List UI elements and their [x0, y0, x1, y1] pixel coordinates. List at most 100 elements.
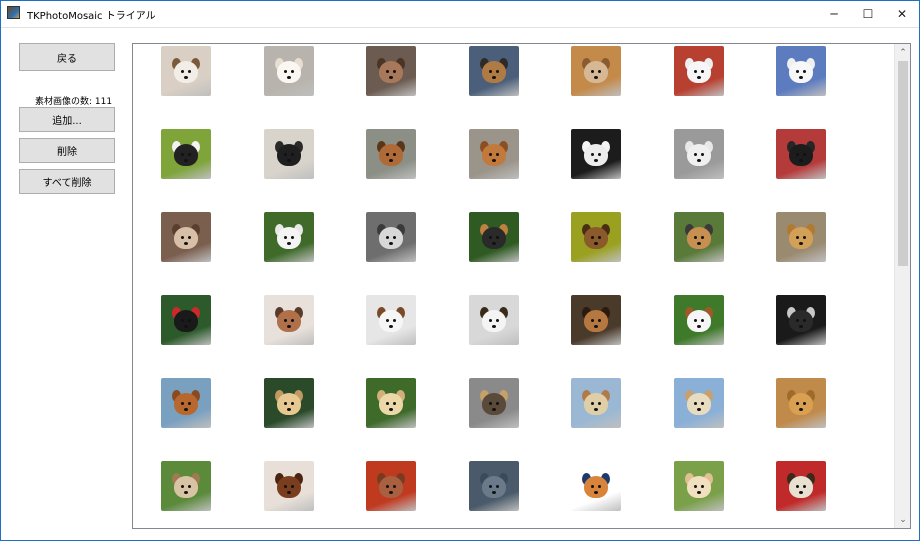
thumbnail-image[interactable]	[571, 378, 621, 428]
dog-nose	[594, 325, 598, 328]
thumbnail-image[interactable]	[263, 295, 314, 345]
dog-eye	[290, 485, 294, 488]
thumbnail-image[interactable]	[161, 129, 211, 179]
thumbnail-image[interactable]	[571, 461, 621, 511]
delete-button[interactable]: 削除	[19, 138, 115, 163]
dog-eye	[495, 402, 499, 405]
image-gallery[interactable]: ⌃ ⌄	[132, 43, 911, 529]
thumbnail-image[interactable]	[468, 461, 519, 511]
dog-nose	[594, 408, 598, 411]
thumbnail-image[interactable]	[366, 295, 416, 345]
thumbnail-image[interactable]	[366, 129, 416, 179]
thumbnail-image[interactable]	[366, 461, 416, 511]
dog-nose	[389, 242, 393, 245]
scroll-thumb[interactable]	[898, 61, 908, 266]
thumbnail-image[interactable]	[776, 378, 826, 428]
thumbnail-image[interactable]	[468, 129, 519, 179]
thumbnail-image[interactable]	[776, 212, 826, 262]
dog-eye	[700, 70, 704, 73]
vertical-scrollbar[interactable]: ⌃ ⌄	[894, 44, 910, 528]
thumbnail-image[interactable]	[263, 129, 314, 179]
dog-nose	[184, 325, 188, 328]
thumbnail-image[interactable]	[468, 295, 519, 345]
dog-nose	[696, 159, 701, 162]
dog-nose	[491, 159, 496, 162]
thumbnail-image[interactable]	[571, 295, 621, 345]
scroll-down-button[interactable]: ⌄	[895, 511, 910, 528]
dog-dog	[789, 310, 813, 332]
dog-eye	[290, 70, 294, 73]
dog-nose	[491, 242, 496, 245]
dog-nose	[184, 76, 188, 79]
thumbnail-image[interactable]	[468, 378, 519, 428]
scroll-up-button[interactable]: ⌃	[895, 44, 910, 61]
thumbnail-image[interactable]	[263, 378, 314, 428]
thumbnail-image[interactable]	[263, 46, 314, 96]
title-bar[interactable]: TKPhotoMosaic トライアル ─ ☐ ✕	[1, 1, 919, 27]
thumbnail-image[interactable]	[673, 378, 724, 428]
dog-nose	[286, 408, 291, 411]
back-button[interactable]: 戻る	[19, 43, 115, 71]
client-area: 戻る 素材画像の数: 111 追加... 削除 すべて削除 ⌃ ⌄	[1, 27, 919, 540]
dog-eye	[488, 236, 492, 239]
thumbnail-image[interactable]	[776, 295, 826, 345]
dog-eye	[386, 402, 389, 405]
dog-dog	[276, 61, 301, 83]
delete-all-button[interactable]: すべて削除	[19, 169, 115, 194]
thumbnail-image[interactable]	[161, 212, 211, 262]
window-title: TKPhotoMosaic トライアル	[27, 11, 156, 22]
thumbnail-image[interactable]	[673, 212, 724, 262]
dog-nose	[184, 491, 188, 494]
dog-dog	[379, 61, 403, 83]
dog-eye	[598, 70, 601, 73]
thumbnail-image[interactable]	[161, 295, 211, 345]
add-button[interactable]: 追加...	[19, 107, 115, 132]
dog-dog	[481, 144, 506, 166]
dog-eye	[495, 319, 499, 322]
thumbnail-image[interactable]	[673, 46, 724, 96]
dog-eye	[803, 485, 806, 488]
thumbnail-image[interactable]	[571, 129, 621, 179]
thumbnail-image[interactable]	[161, 378, 211, 428]
dog-dog	[686, 144, 711, 166]
thumbnail-image[interactable]	[776, 46, 826, 96]
thumbnail-image[interactable]	[468, 212, 519, 262]
thumbnail-image[interactable]	[673, 129, 724, 179]
thumbnail-image[interactable]	[366, 46, 416, 96]
dog-eye	[803, 319, 806, 322]
thumbnail-image[interactable]	[571, 46, 621, 96]
thumbnail-image[interactable]	[673, 461, 724, 511]
maximize-button[interactable]: ☐	[851, 1, 885, 27]
dog-eye	[181, 402, 184, 405]
dog-eye	[386, 70, 389, 73]
dog-eye	[181, 236, 184, 239]
dog-nose	[799, 491, 803, 494]
dog-eye	[796, 153, 799, 156]
thumbnail-image[interactable]	[776, 461, 826, 511]
dog-eye	[693, 70, 697, 73]
thumbnail-image[interactable]	[776, 129, 826, 179]
dog-nose	[696, 242, 701, 245]
thumbnail-image[interactable]	[366, 378, 416, 428]
dog-nose	[286, 159, 291, 162]
dog-eye	[181, 319, 184, 322]
dog-eye	[386, 319, 389, 322]
thumbnail-image[interactable]	[673, 295, 724, 345]
dog-eye	[386, 485, 389, 488]
dog-eye	[283, 485, 287, 488]
thumbnail-image[interactable]	[263, 212, 314, 262]
close-button[interactable]: ✕	[885, 1, 919, 27]
dog-dog	[789, 476, 813, 498]
thumbnail-image[interactable]	[161, 46, 211, 96]
thumbnail-image[interactable]	[161, 461, 211, 511]
dog-dog	[379, 144, 403, 166]
dog-eye	[393, 70, 396, 73]
thumbnail-image[interactable]	[571, 212, 621, 262]
minimize-button[interactable]: ─	[817, 1, 851, 27]
thumbnail-image[interactable]	[366, 212, 416, 262]
thumbnail-image[interactable]	[263, 461, 314, 511]
dog-eye	[591, 236, 594, 239]
dog-dog	[379, 227, 403, 249]
dog-eye	[181, 485, 184, 488]
thumbnail-image[interactable]	[468, 46, 519, 96]
